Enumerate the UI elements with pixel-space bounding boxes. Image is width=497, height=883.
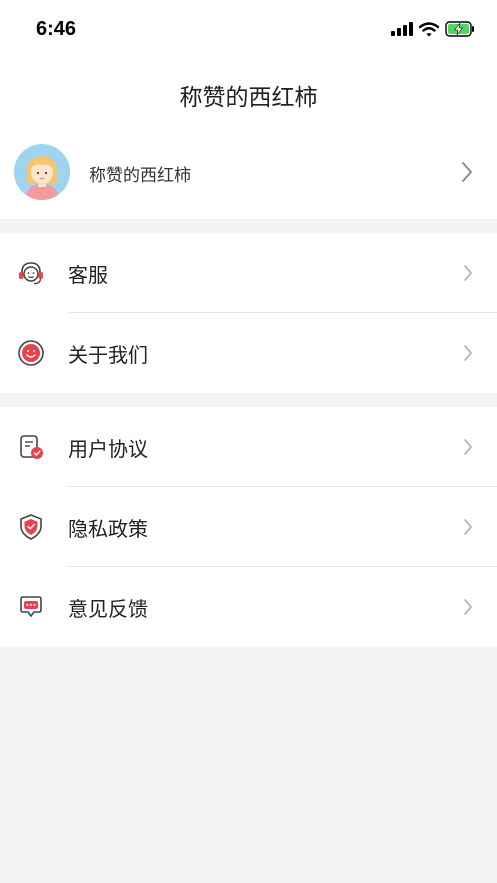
- menu-item-label: 客服: [68, 263, 108, 287]
- menu-item-label: 用户协议: [68, 437, 148, 461]
- menu-item-feedback[interactable]: 意见反馈: [0, 567, 497, 647]
- profile-row[interactable]: 称赞的西红柿: [0, 140, 497, 206]
- chevron-right-icon: [464, 265, 472, 281]
- message-icon: [20, 596, 42, 618]
- menu-item-about-us[interactable]: 关于我们: [0, 313, 497, 393]
- wifi-icon: [419, 21, 439, 36]
- chevron-right-icon: [462, 162, 472, 182]
- menu-group-service: 客服 关于我们: [0, 233, 497, 393]
- top-section: 6:46 称赞的西红柿 称赞的西红柿: [0, 0, 497, 219]
- menu-item-customer-service[interactable]: 客服: [0, 233, 497, 313]
- headset-icon: [19, 262, 43, 285]
- menu-item-privacy-policy[interactable]: 隐私政策: [0, 487, 497, 567]
- menu-group-legal: 用户协议 隐私政策 意见反馈: [0, 407, 497, 647]
- status-time: 6:46: [36, 18, 77, 40]
- status-icons: [391, 21, 475, 37]
- menu-item-user-agreement[interactable]: 用户协议: [0, 407, 497, 487]
- profile-name: 称赞的西红柿: [89, 166, 191, 186]
- avatar: [14, 144, 70, 200]
- menu-item-label: 关于我们: [68, 343, 148, 367]
- cellular-signal-icon: [391, 22, 413, 36]
- status-bar: 6:46: [0, 0, 497, 60]
- page-title: 称赞的西红柿: [179, 85, 318, 111]
- smiley-icon: [18, 340, 44, 366]
- shield-check-icon: [20, 514, 42, 540]
- chevron-right-icon: [464, 439, 472, 455]
- chevron-right-icon: [464, 599, 472, 615]
- battery-charging-icon: [445, 21, 474, 37]
- document-check-icon: [20, 435, 43, 459]
- chevron-right-icon: [464, 519, 472, 535]
- menu-item-label: 隐私政策: [68, 517, 148, 541]
- menu-item-label: 意见反馈: [68, 597, 148, 621]
- chevron-right-icon: [464, 345, 472, 361]
